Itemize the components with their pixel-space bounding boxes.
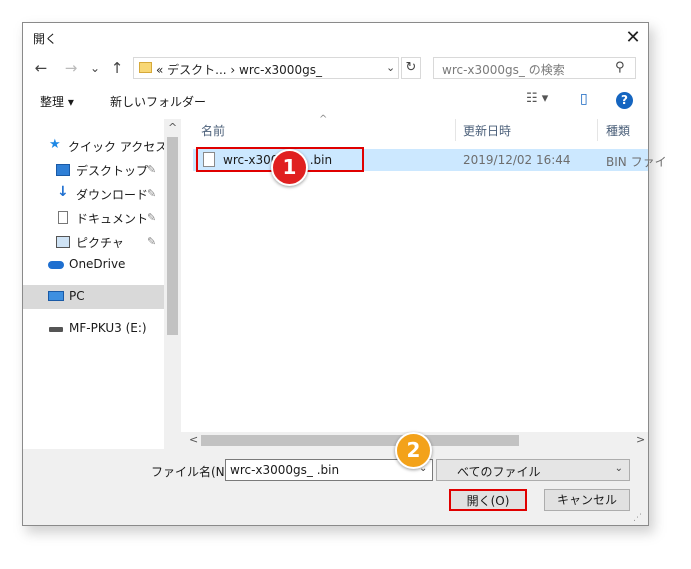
- file-type-value: べてのファイル: [457, 465, 541, 479]
- nav-item-quick-access[interactable]: ★ クイック アクセス: [23, 134, 168, 158]
- nav-item-onedrive[interactable]: OneDrive: [23, 253, 164, 277]
- open-file-dialog: 開く ✕ ← → ⌄ ↑ « デスクト... › wrc-x3000gs_ ⌄ …: [22, 22, 667, 526]
- view-options-icon[interactable]: ☷ ▾: [526, 91, 548, 106]
- pin-icon: ✎: [147, 187, 157, 200]
- nav-item-documents[interactable]: ドキュメント ✎: [23, 206, 164, 230]
- nav-item-label: ダウンロード: [76, 188, 149, 202]
- file-modified: 2019/12/02 16:44: [463, 153, 571, 167]
- nav-item-pictures[interactable]: ピクチャ ✎: [23, 230, 164, 254]
- nav-item-label: クイック アクセス: [68, 140, 168, 154]
- search-input[interactable]: wrc-x3000gs_ の検索: [442, 61, 565, 78]
- help-icon[interactable]: ?: [616, 92, 633, 109]
- hscrollbar-thumb[interactable]: [201, 435, 519, 446]
- recent-locations-icon[interactable]: ⌄: [85, 57, 105, 79]
- refresh-icon[interactable]: ↻: [401, 57, 421, 79]
- nav-item-label: OneDrive: [69, 257, 126, 271]
- folder-icon: [139, 62, 152, 73]
- sort-ascending-icon: ^: [319, 114, 328, 125]
- filename-label: ファイル名(N):: [151, 465, 234, 479]
- pin-icon: ✎: [147, 235, 157, 248]
- cancel-button[interactable]: キャンセル: [544, 489, 630, 511]
- navigation-pane: ★ クイック アクセス デスクトップ ✎ ↓ ダウンロード ✎ ドキュメント ✎…: [23, 119, 168, 447]
- address-bar[interactable]: « デスクト... › wrc-x3000gs_ ⌄: [133, 57, 399, 79]
- document-icon: [58, 211, 68, 224]
- step-1-badge: 1: [271, 149, 308, 186]
- nav-item-label: PC: [69, 289, 85, 303]
- column-divider[interactable]: [455, 119, 456, 141]
- organize-button[interactable]: 整理 ▾: [40, 93, 74, 110]
- preview-pane-icon[interactable]: ▯: [580, 91, 588, 107]
- picture-icon: [56, 236, 70, 248]
- nav-item-label: デスクトップ: [76, 164, 149, 178]
- nav-item-pc[interactable]: PC: [23, 285, 164, 309]
- back-icon[interactable]: ←: [31, 57, 51, 79]
- step-2-badge: 2: [395, 432, 432, 469]
- window-title: 開く: [33, 32, 58, 46]
- forward-icon[interactable]: →: [61, 57, 81, 79]
- column-header-type[interactable]: 種類: [606, 122, 630, 139]
- nav-item-label: ピクチャ: [76, 236, 124, 250]
- filename-value[interactable]: wrc-x3000gs_ .bin: [230, 463, 339, 477]
- search-box[interactable]: wrc-x3000gs_ の検索 ⚲: [433, 57, 636, 79]
- pin-icon: ✎: [147, 211, 157, 224]
- file-type-select[interactable]: べてのファイル ⌄: [436, 459, 630, 481]
- nav-item-label: MF-PKU3 (E:): [69, 321, 147, 335]
- up-folder-icon[interactable]: ↑: [107, 57, 127, 79]
- star-icon: ★: [49, 137, 61, 152]
- nav-scrollbar-thumb[interactable]: [167, 137, 178, 335]
- search-icon[interactable]: ⚲: [615, 60, 625, 75]
- open-button[interactable]: 開く(O): [449, 489, 527, 511]
- scroll-right-icon[interactable]: >: [636, 433, 645, 446]
- chevron-down-icon[interactable]: ⌄: [386, 61, 395, 74]
- column-header-name[interactable]: 名前: [201, 122, 225, 139]
- resize-grip-icon[interactable]: ⋰: [633, 513, 642, 523]
- drive-icon: [49, 327, 63, 332]
- address-path: « デスクト... › wrc-x3000gs_: [156, 63, 322, 77]
- scroll-up-icon[interactable]: ^: [168, 121, 177, 134]
- column-header-modified[interactable]: 更新日時: [463, 122, 511, 139]
- nav-item-label: ドキュメント: [76, 212, 149, 226]
- nav-item-desktop[interactable]: デスクトップ ✎: [23, 158, 164, 182]
- new-folder-button[interactable]: 新しいフォルダー: [110, 93, 206, 110]
- title-bar: 開く ✕: [23, 23, 648, 53]
- pin-icon: ✎: [147, 163, 157, 176]
- file-type: BIN ファイ: [606, 155, 667, 169]
- nav-item-downloads[interactable]: ↓ ダウンロード ✎: [23, 182, 164, 206]
- close-icon[interactable]: ✕: [621, 26, 645, 50]
- computer-icon: [48, 291, 64, 301]
- download-icon: ↓: [57, 184, 69, 200]
- chevron-down-icon[interactable]: ⌄: [615, 463, 623, 474]
- scroll-left-icon[interactable]: <: [189, 433, 198, 446]
- desktop-icon: [56, 164, 70, 176]
- cloud-icon: [48, 261, 64, 269]
- nav-item-usb-drive[interactable]: MF-PKU3 (E:): [23, 317, 164, 341]
- column-divider[interactable]: [597, 119, 598, 141]
